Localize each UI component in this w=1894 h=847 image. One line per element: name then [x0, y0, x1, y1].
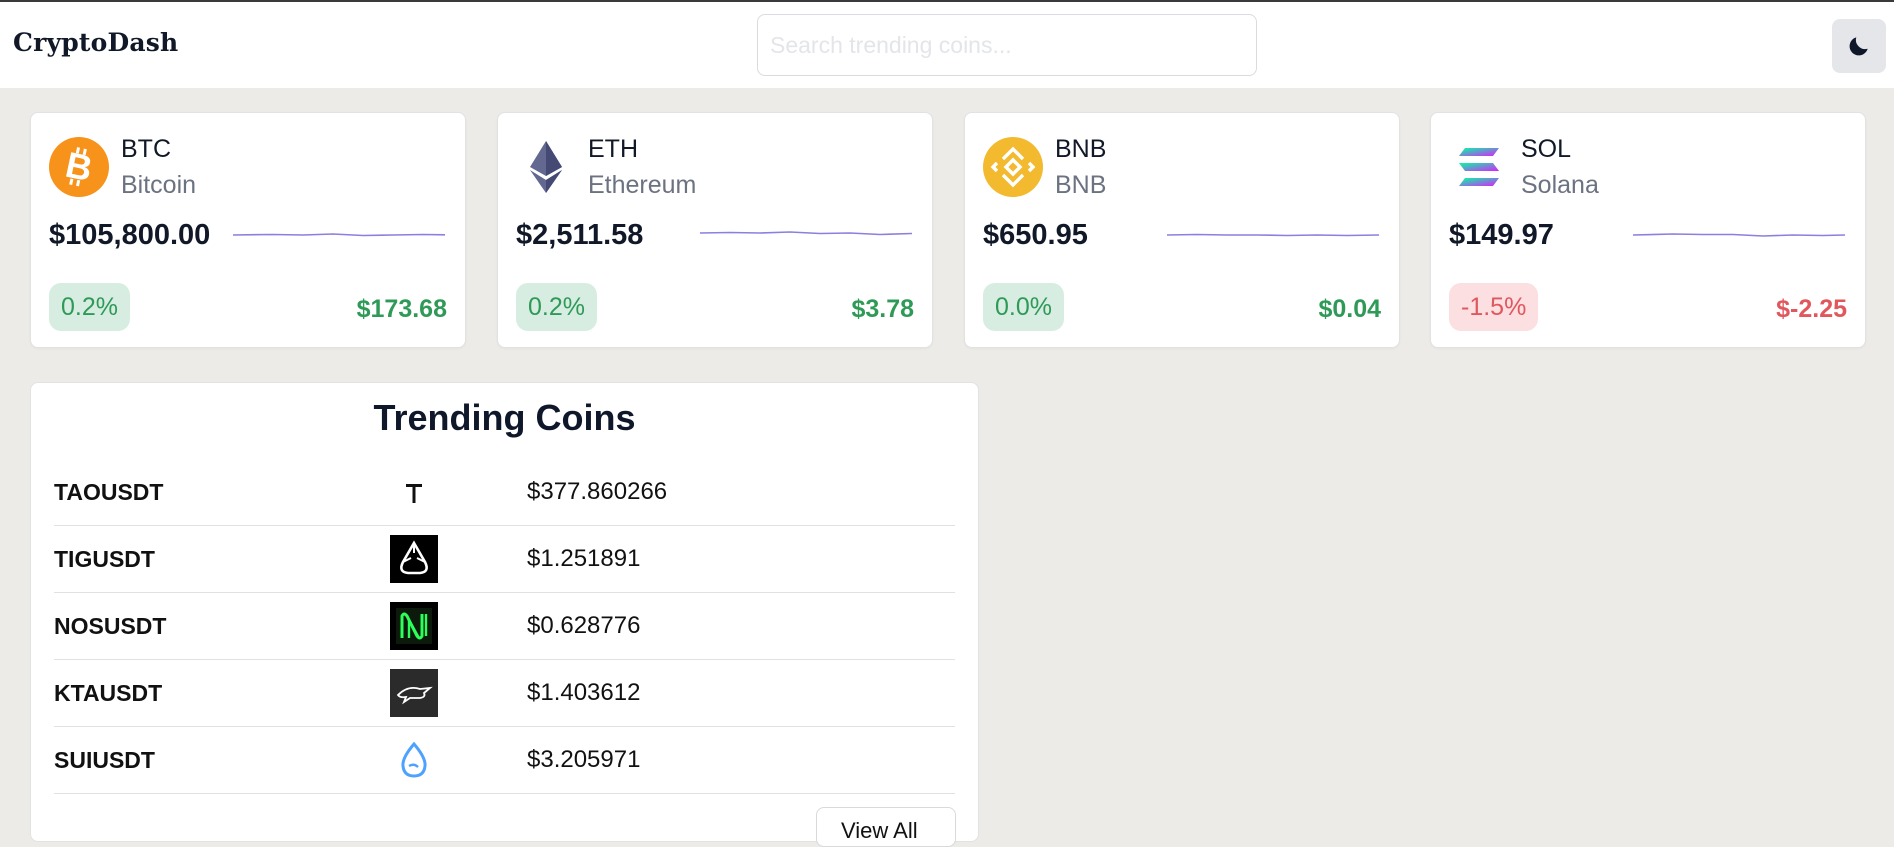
change-amount: $173.68	[356, 295, 447, 323]
trending-coins-panel: Trending Coins TAOUSDT $377.860266 TIGUS…	[30, 382, 979, 847]
pair-price: $3.205971	[527, 746, 641, 773]
price-sparkline	[1167, 233, 1379, 237]
ethereum-icon	[530, 141, 562, 193]
table-row[interactable]: TIGUSDT $1.251891	[54, 526, 955, 593]
view-all-button[interactable]: View All	[816, 807, 956, 847]
app-logo[interactable]: CryptoDash	[13, 28, 178, 57]
coin-card-btc[interactable]: B BTC Bitcoin $105,800.00 0.2% $173.68	[30, 112, 466, 348]
coin-name: Bitcoin	[121, 171, 197, 199]
coin-price: $105,800.00	[49, 219, 211, 251]
table-row[interactable]: NOSUSDT $0.628776	[54, 593, 955, 660]
pair-symbol: TAOUSDT	[54, 479, 164, 505]
app-header: CryptoDash	[0, 2, 1894, 88]
change-amount: $-2.25	[1776, 295, 1847, 323]
pair-price: $1.403612	[527, 679, 641, 706]
pair-symbol: TIGUSDT	[54, 546, 155, 572]
solana-icon	[1459, 148, 1499, 186]
coin-symbol: BNB	[1055, 135, 1107, 163]
change-percent-badge: -1.5%	[1449, 283, 1539, 331]
coin-card-eth[interactable]: ETH Ethereum $2,511.58 0.2% $3.78	[497, 112, 933, 348]
table-row[interactable]: SUIUSDT $3.205971	[54, 727, 955, 794]
moon-icon	[1849, 37, 1868, 56]
sui-icon	[390, 736, 438, 784]
table-row[interactable]: KTAUSDT $1.403612	[54, 660, 955, 727]
pair-price: $0.628776	[527, 612, 641, 639]
coin-symbol: SOL	[1521, 135, 1572, 163]
theme-toggle-button[interactable]	[1832, 19, 1886, 73]
pair-price: $1.251891	[527, 545, 641, 572]
pair-price: $377.860266	[527, 478, 668, 505]
coin-card-sol[interactable]: SOL Solana $149.97 -1.5% $-2.25	[1430, 112, 1866, 348]
coin-name: BNB	[1055, 171, 1107, 199]
coin-name: Ethereum	[588, 171, 697, 199]
search-input[interactable]	[757, 14, 1257, 76]
change-percent-badge: 0.0%	[983, 283, 1064, 331]
price-sparkline	[233, 233, 445, 237]
panel-title: Trending Coins	[373, 397, 636, 438]
change-percent-badge: 0.2%	[49, 283, 130, 331]
coin-name: Solana	[1521, 171, 1599, 199]
price-sparkline	[1633, 233, 1845, 237]
coin-symbol: BTC	[121, 135, 171, 163]
bnb-icon	[983, 137, 1043, 197]
pair-symbol: NOSUSDT	[54, 613, 167, 639]
nosana-icon	[390, 602, 438, 650]
change-amount: $0.04	[1318, 295, 1381, 323]
bitcoin-icon: B	[49, 137, 109, 197]
change-amount: $3.78	[851, 295, 914, 323]
pair-symbol: KTAUSDT	[54, 680, 163, 706]
tig-icon	[390, 535, 438, 583]
coin-price: $650.95	[983, 219, 1088, 251]
change-percent-badge: 0.2%	[516, 283, 597, 331]
table-row[interactable]: TAOUSDT $377.860266	[54, 459, 955, 526]
coin-price: $2,511.58	[516, 219, 644, 251]
price-sparkline	[700, 231, 912, 236]
pair-symbol: SUIUSDT	[54, 747, 155, 773]
bittensor-icon	[390, 468, 438, 516]
coin-symbol: ETH	[588, 135, 638, 163]
keeta-icon	[390, 669, 438, 717]
coin-price: $149.97	[1449, 219, 1554, 251]
coin-card-bnb[interactable]: BNB BNB $650.95 0.0% $0.04	[964, 112, 1400, 348]
